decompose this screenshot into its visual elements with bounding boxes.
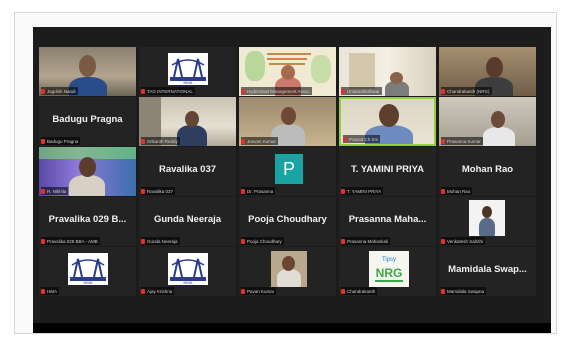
participant-caption: Venkatesh Sahithi	[441, 237, 486, 245]
mic-muted-icon	[41, 288, 45, 294]
svg-text:HMA: HMA	[184, 80, 193, 85]
participant-caption: Chandrakanth	[341, 287, 378, 295]
participant-tile[interactable]: Hyderabad Management Assoc	[239, 47, 336, 96]
mic-muted-icon	[441, 188, 445, 194]
participant-tile[interactable]: Gunda Neeraja Gunda Neeraja	[139, 197, 236, 246]
mic-muted-icon	[341, 188, 345, 194]
participant-video	[469, 200, 505, 236]
participant-tile[interactable]: Srikanth Reddy	[139, 97, 236, 146]
nrg-logo: Tipsy NRG	[369, 251, 409, 287]
participant-tile[interactable]: HMA TAG INTERNATIONAL	[139, 47, 236, 96]
participant-caption: Chandrakanth (NRG)	[441, 87, 492, 95]
mic-muted-icon	[441, 238, 445, 244]
mic-muted-icon	[343, 136, 347, 142]
mic-muted-icon	[241, 188, 245, 194]
hma-logo: HMA	[168, 253, 208, 285]
participant-tile[interactable]: Pavan Kumar	[239, 247, 336, 296]
participant-caption: Prasad Ch Sm	[343, 135, 381, 143]
svg-text:HMA: HMA	[84, 280, 93, 285]
participant-caption: Mohan Rao	[441, 187, 473, 195]
participant-tile[interactable]: Venkatesh Sahithi	[439, 197, 536, 246]
participant-name: Pravalika 029 B...	[48, 214, 127, 225]
participant-caption: Jeevan Kumar	[241, 137, 279, 145]
participant-caption: R. Nikhila	[41, 187, 69, 195]
participant-tile[interactable]: Jagdish Nandi	[39, 47, 136, 96]
hma-logo: HMA	[168, 53, 208, 85]
hma-logo: HMA	[68, 253, 108, 285]
mic-muted-icon	[241, 288, 245, 294]
meeting-bottom-bar	[33, 323, 551, 333]
participant-tile[interactable]: Umamaheshwar	[339, 47, 436, 96]
participant-caption: Umamaheshwar	[341, 87, 382, 95]
participant-tile[interactable]: Chandrakanth (NRG)	[439, 47, 536, 96]
participant-caption: Dr. Prasanna	[241, 187, 276, 195]
participant-tile[interactable]: Badugu Pragna Badugu Pragna	[39, 97, 136, 146]
active-speaker-tile[interactable]: Prasad Ch Sm	[339, 97, 436, 146]
mic-muted-icon	[141, 238, 145, 244]
mic-muted-icon	[141, 88, 145, 94]
participant-tile[interactable]: Ravalika 037 Ravalika 037	[139, 147, 236, 196]
participant-name: Mamidala Swap...	[448, 264, 527, 275]
participant-tile[interactable]: Mohan Rao Mohan Rao	[439, 147, 536, 196]
mic-muted-icon	[41, 238, 45, 244]
participant-caption: Gunda Neeraja	[141, 237, 180, 245]
participant-caption: Ajay Krishna	[141, 287, 175, 295]
participant-caption: Hyderabad Management Assoc	[241, 87, 312, 95]
participant-caption: T. YAMINI PRIYA	[341, 187, 384, 195]
participant-caption: Prasanna Kumar	[441, 137, 483, 145]
mic-muted-icon	[41, 138, 45, 144]
svg-text:Tipsy: Tipsy	[382, 257, 396, 263]
participant-caption: HMA	[41, 287, 59, 295]
participant-caption: Badugu Pragna	[41, 137, 81, 145]
participant-name: Prasanna Maha...	[348, 214, 427, 225]
participant-tile[interactable]: Mamidala Swap... Mamidala Swapna	[439, 247, 536, 296]
participant-name: Pooja Choudhary	[248, 214, 327, 225]
participant-name: Gunda Neeraja	[153, 214, 222, 225]
mic-muted-icon	[41, 88, 45, 94]
mic-muted-icon	[241, 238, 245, 244]
mic-muted-icon	[41, 188, 45, 194]
avatar: P	[275, 154, 303, 184]
participant-name: Badugu Pragna	[52, 114, 123, 125]
participant-caption: Pravalika 029 BBA - AMB	[41, 237, 100, 245]
participant-tile[interactable]: P Dr. Prasanna	[239, 147, 336, 196]
participant-caption: Jagdish Nandi	[41, 87, 78, 95]
mic-muted-icon	[141, 288, 145, 294]
mic-muted-icon	[341, 88, 345, 94]
participant-tile[interactable]: T. YAMINI PRIYA T. YAMINI PRIYA	[339, 147, 436, 196]
participant-caption: TAG INTERNATIONAL	[141, 87, 195, 95]
mic-muted-icon	[241, 88, 245, 94]
participant-tile[interactable]: R. Nikhila	[39, 147, 136, 196]
svg-text:NRG: NRG	[376, 266, 403, 280]
participant-tile[interactable]: Pooja Choudhary Pooja Choudhary	[239, 197, 336, 246]
mic-muted-icon	[441, 288, 445, 294]
mic-muted-icon	[141, 138, 145, 144]
participant-caption: Pavan Kumar	[241, 287, 277, 295]
svg-text:HMA: HMA	[184, 280, 193, 285]
mic-muted-icon	[441, 138, 445, 144]
participant-tile[interactable]: Jeevan Kumar	[239, 97, 336, 146]
participant-caption: Mamidala Swapna	[441, 287, 487, 295]
participant-tile[interactable]: HMA HMA	[39, 247, 136, 296]
participant-tile[interactable]: Tipsy NRG Chandrakanth	[339, 247, 436, 296]
mic-muted-icon	[241, 138, 245, 144]
mic-muted-icon	[441, 88, 445, 94]
participant-name: Ravalika 037	[158, 164, 217, 175]
participant-caption: Srikanth Reddy	[141, 137, 180, 145]
mic-muted-icon	[141, 188, 145, 194]
mic-muted-icon	[341, 238, 345, 244]
participant-video	[271, 251, 307, 287]
participant-tile[interactable]: HMA Ajay Krishna	[139, 247, 236, 296]
participant-name: T. YAMINI PRIYA	[350, 164, 425, 175]
participant-tile[interactable]: Prasanna Kumar	[439, 97, 536, 146]
participant-tile[interactable]: Prasanna Maha... Prasanna Mahankali	[339, 197, 436, 246]
meeting-gallery: Jagdish Nandi HMA TAG INTERNATIONAL Hyde…	[33, 27, 551, 333]
participant-name: Mohan Rao	[461, 164, 514, 175]
participant-caption: Pooja Choudhary	[241, 237, 284, 245]
participant-tile[interactable]: Pravalika 029 B... Pravalika 029 BBA - A…	[39, 197, 136, 246]
participant-caption: Prasanna Mahankali	[341, 237, 391, 245]
mic-muted-icon	[341, 288, 345, 294]
participant-caption: Ravalika 037	[141, 187, 176, 195]
